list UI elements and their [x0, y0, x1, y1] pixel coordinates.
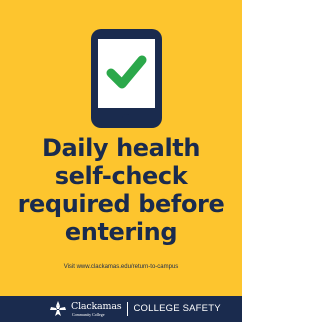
logo-name: Clackamas: [71, 300, 122, 312]
logo-subtitle: Community College: [72, 311, 105, 317]
footer-bar: Clackamas Community College COLLEGE SAFE…: [0, 296, 242, 322]
college-logo-icon: [50, 301, 66, 316]
visit-url-text: Visit www.clackamas.edu/return-to-campus: [63, 264, 179, 270]
headline-line-4: entering: [64, 218, 178, 246]
footer-divider: [127, 302, 129, 316]
logo-wordmark: Clackamas Community College: [71, 300, 122, 317]
footer-logo-group: Clackamas Community College COLLEGE SAFE…: [47, 301, 221, 317]
headline-line-1: Daily health: [41, 134, 201, 162]
phone-checkmark-icon: [91, 29, 162, 128]
headline-line-2: self-check: [54, 162, 188, 190]
headline: Daily health self-check required before …: [0, 134, 242, 246]
headline-line-3: required before: [17, 190, 225, 218]
phone-illustration: [0, 0, 242, 140]
footer-label: COLLEGE SAFETY: [133, 303, 221, 314]
poster: Daily health self-check required before …: [0, 0, 242, 322]
